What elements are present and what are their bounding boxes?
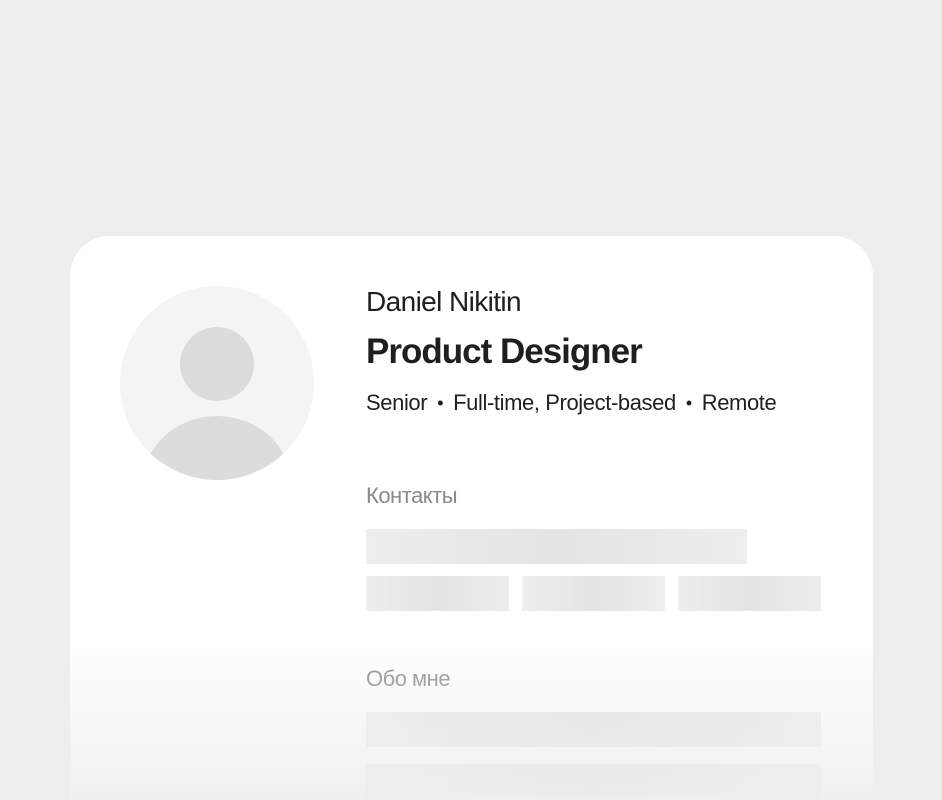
avatar-body-shape bbox=[142, 416, 292, 480]
meta-location: Remote bbox=[701, 390, 777, 415]
meta-separator: • bbox=[437, 393, 444, 413]
profile-meta: Senior • Full-time, Project-based • Remote bbox=[366, 388, 846, 418]
avatar-placeholder-icon bbox=[120, 286, 314, 480]
about-skeleton-line bbox=[366, 764, 821, 799]
contacts-skeleton-chip bbox=[522, 576, 665, 611]
contacts-skeleton-chip bbox=[366, 576, 509, 611]
profile-title: Product Designer bbox=[366, 332, 643, 371]
profile-name: Daniel Nikitin bbox=[366, 286, 522, 317]
meta-employment: Full-time, Project-based bbox=[453, 390, 676, 415]
page: Daniel Nikitin Product Designer Senior • F… bbox=[0, 0, 942, 800]
about-section-label: Обо мне bbox=[366, 666, 451, 691]
about-skeleton-line bbox=[366, 712, 821, 747]
profile-card: Daniel Nikitin Product Designer Senior • F… bbox=[70, 236, 873, 800]
contacts-skeleton-chip bbox=[678, 576, 821, 611]
meta-level: Senior bbox=[366, 390, 428, 415]
avatar-head-shape bbox=[180, 327, 254, 401]
meta-separator: • bbox=[685, 393, 692, 413]
profile-info: Daniel Nikitin Product Designer Senior • F… bbox=[366, 284, 846, 418]
contacts-skeleton-line bbox=[366, 529, 747, 564]
contacts-section-label: Контакты bbox=[366, 483, 458, 508]
